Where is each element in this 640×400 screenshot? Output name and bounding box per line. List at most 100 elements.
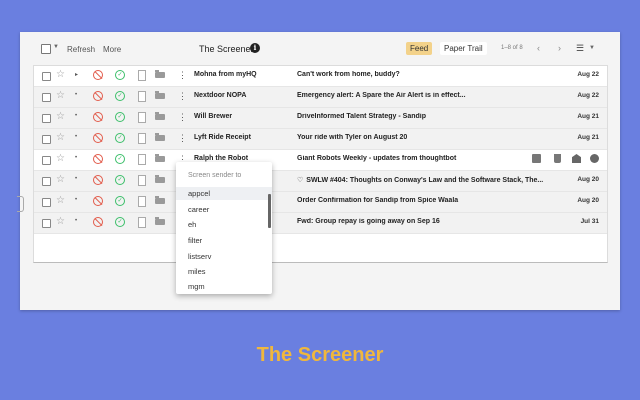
star-icon[interactable]: ☆ (56, 69, 65, 81)
folder-icon[interactable] (155, 133, 165, 141)
importance-icon[interactable]: ▸ (75, 71, 78, 78)
folder-icon[interactable] (155, 217, 165, 225)
folder-icon[interactable] (155, 196, 165, 204)
delete-icon[interactable] (554, 154, 561, 163)
allow-sender-icon[interactable]: ✓ (115, 196, 125, 206)
folder-icon[interactable] (155, 70, 165, 78)
more-vert-icon[interactable]: ⋮ (178, 111, 187, 123)
archive-icon[interactable] (532, 154, 541, 163)
dropdown-item[interactable]: listserv (188, 252, 211, 261)
row-checkbox[interactable] (42, 114, 51, 123)
date: Aug 22 (577, 92, 599, 99)
block-sender-icon[interactable] (93, 91, 103, 101)
importance-icon[interactable]: • (75, 197, 77, 203)
table-row[interactable]: ☆ • ✓ ⋮ Nextdoor NOPA Emergency alert: A… (34, 87, 607, 108)
star-icon[interactable]: ☆ (56, 111, 65, 123)
paper-trail-icon[interactable] (138, 112, 146, 123)
star-icon[interactable]: ☆ (56, 132, 65, 144)
allow-sender-icon[interactable]: ✓ (115, 112, 125, 122)
mark-read-icon[interactable] (572, 154, 581, 163)
more-vert-icon[interactable]: ⋮ (178, 132, 187, 144)
snooze-icon[interactable] (590, 154, 599, 163)
paper-trail-icon[interactable] (138, 154, 146, 165)
dropdown-item[interactable]: career (188, 205, 209, 214)
paper-trail-icon[interactable] (138, 70, 146, 81)
dropdown-item[interactable]: miles (188, 267, 206, 276)
info-icon[interactable]: i (250, 43, 260, 53)
allow-sender-icon[interactable]: ✓ (115, 217, 125, 227)
folder-icon[interactable] (155, 112, 165, 120)
more-button[interactable]: More (103, 45, 121, 54)
block-sender-icon[interactable] (93, 154, 103, 164)
importance-icon[interactable]: • (75, 134, 77, 140)
view-density-icon[interactable]: ☰ (576, 43, 584, 54)
dropdown-item[interactable]: appcel (176, 187, 272, 200)
feed-button[interactable]: Feed (406, 42, 433, 55)
folder-icon[interactable] (155, 91, 165, 99)
importance-icon[interactable]: • (75, 113, 77, 119)
allow-sender-icon[interactable]: ✓ (115, 175, 125, 185)
paper-trail-icon[interactable] (138, 133, 146, 144)
importance-icon[interactable]: • (75, 218, 77, 224)
select-all-checkbox[interactable] (41, 44, 51, 54)
block-sender-icon[interactable] (93, 70, 103, 80)
table-row[interactable]: ☆ • ✓ ♡ SWLW #404: Thoughts on Conway's L… (34, 171, 607, 192)
allow-sender-icon[interactable]: ✓ (115, 133, 125, 143)
next-page-icon[interactable]: › (558, 43, 561, 53)
prev-page-icon[interactable]: ‹ (537, 43, 540, 53)
dropdown-item[interactable]: filter (188, 236, 202, 245)
subject: DriveInformed Talent Strategy - Sandip (297, 113, 427, 120)
table-row[interactable]: ☆ • ✓ Fwd: Group repay is going away on … (34, 213, 607, 234)
star-icon[interactable]: ☆ (56, 153, 65, 165)
select-caret-icon[interactable]: ▼ (53, 44, 59, 50)
paper-trail-icon[interactable] (138, 91, 146, 102)
table-row[interactable]: ☆ • ✓ Order Confirmation for Sandip from… (34, 192, 607, 213)
view-caret-icon[interactable]: ▼ (589, 45, 595, 51)
importance-icon[interactable]: • (75, 155, 77, 161)
folder-icon[interactable] (155, 154, 165, 162)
table-row[interactable]: ☆ • ✓ ⋮ Lyft Ride Receipt Your ride with… (34, 129, 607, 150)
dropdown-header: Screen sender to (188, 172, 242, 179)
sender: Mohna from myHQ (194, 71, 257, 78)
block-sender-icon[interactable] (93, 112, 103, 122)
row-checkbox[interactable] (42, 72, 51, 81)
more-vert-icon[interactable]: ⋮ (178, 69, 187, 81)
paper-trail-icon[interactable] (138, 175, 146, 186)
paper-trail-icon[interactable] (138, 196, 146, 207)
more-vert-icon[interactable]: ⋮ (178, 90, 187, 102)
importance-icon[interactable]: • (75, 92, 77, 98)
importance-icon[interactable]: • (75, 176, 77, 182)
row-checkbox[interactable] (42, 93, 51, 102)
allow-sender-icon[interactable]: ✓ (115, 154, 125, 164)
paper-trail-icon[interactable] (138, 217, 146, 228)
date: Jul 31 (580, 218, 599, 225)
row-checkbox[interactable] (42, 156, 51, 165)
side-panel-handle[interactable] (17, 196, 24, 212)
row-checkbox[interactable] (42, 219, 51, 228)
star-icon[interactable]: ☆ (56, 195, 65, 207)
row-checkbox[interactable] (42, 135, 51, 144)
row-checkbox[interactable] (42, 177, 51, 186)
star-icon[interactable]: ☆ (56, 174, 65, 186)
dropdown-item[interactable]: eh (188, 220, 196, 229)
row-checkbox[interactable] (42, 198, 51, 207)
table-row[interactable]: ☆ ▸ ✓ ⋮ Mohna from myHQ Can't work from … (34, 66, 607, 87)
allow-sender-icon[interactable]: ✓ (115, 91, 125, 101)
date: Aug 22 (577, 71, 599, 78)
sender: Will Brewer (194, 113, 233, 120)
table-row[interactable]: ☆ • ✓ ⋮ Will Brewer DriveInformed Talent… (34, 108, 607, 129)
dropdown-item[interactable]: mgm (188, 282, 205, 291)
folder-icon[interactable] (155, 175, 165, 183)
block-sender-icon[interactable] (93, 175, 103, 185)
block-sender-icon[interactable] (93, 133, 103, 143)
block-sender-icon[interactable] (93, 196, 103, 206)
star-icon[interactable]: ☆ (56, 216, 65, 228)
star-icon[interactable]: ☆ (56, 90, 65, 102)
dropdown-scrollbar[interactable] (268, 194, 271, 228)
allow-sender-icon[interactable]: ✓ (115, 70, 125, 80)
table-row[interactable]: ☆ • ✓ ⋮ Ralph the Robot Giant Robots Wee… (34, 150, 607, 171)
paper-trail-button[interactable]: Paper Trail (440, 42, 487, 55)
message-count: 1–8 of 8 (501, 45, 523, 51)
block-sender-icon[interactable] (93, 217, 103, 227)
refresh-button[interactable]: Refresh (67, 45, 95, 54)
